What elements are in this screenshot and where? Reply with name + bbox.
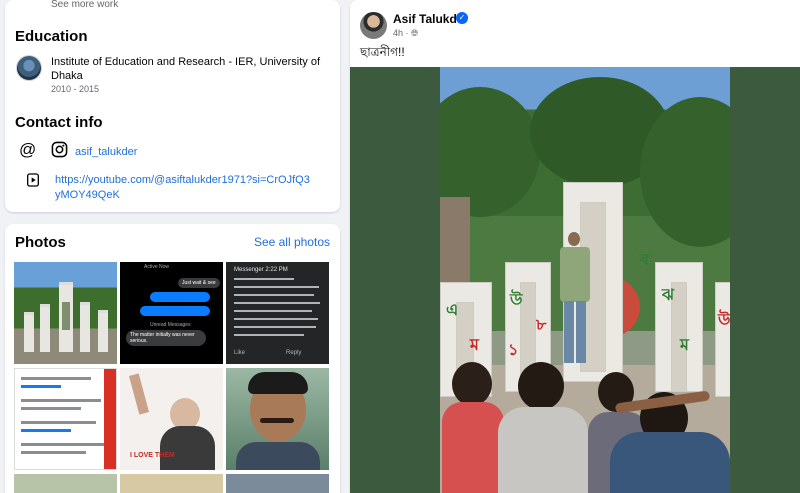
intro-card: See more work Education Institute of Edu…: [5, 0, 340, 212]
photo-thumb-monument[interactable]: [14, 262, 117, 364]
post-text: ছাত্রনীগ!!: [360, 45, 405, 59]
see-all-photos-link[interactable]: See all photos: [254, 235, 330, 249]
post-time[interactable]: 4h: [393, 28, 403, 38]
education-heading: Education: [15, 28, 88, 45]
photo-thumb-post-screenshot[interactable]: [14, 368, 117, 470]
author-avatar[interactable]: [360, 12, 387, 39]
instagram-link[interactable]: asif_talukder: [75, 146, 137, 158]
photo-thumb-chat[interactable]: Active Now Just wait & see Unread Messag…: [120, 262, 223, 364]
photo-thumb-selfie[interactable]: [226, 368, 329, 470]
photos-heading: Photos: [15, 234, 66, 251]
photo-thumb-poster[interactable]: I LOVE THEM: [120, 368, 223, 470]
contact-info-heading: Contact info: [15, 114, 103, 131]
feed-post: Asif Talukder ✓ 4h · 🌐︎ ছাত্রনীগ!! উ ৮ ১…: [350, 0, 800, 493]
photos-card: Photos See all photos Active Now Just wa…: [5, 224, 340, 493]
at-sign-icon: @: [19, 140, 37, 159]
globe-icon: 🌐︎: [411, 28, 419, 38]
post-meta: 4h · 🌐︎: [393, 28, 418, 39]
verified-badge-icon: ✓: [456, 12, 468, 24]
photo-thumb-comment[interactable]: Messenger 2:22 PM Like Reply: [226, 262, 329, 364]
photo-thumb-row3-3[interactable]: [226, 474, 329, 493]
see-more-work-link[interactable]: See more work: [51, 0, 118, 10]
photo-thumb-row3-2[interactable]: [120, 474, 223, 493]
youtube-link[interactable]: https://youtube.com/@asiftalukder1971?si…: [55, 173, 315, 203]
post-photo[interactable]: উ ৮ ১ এ ম ঝ ম ব উ: [350, 67, 800, 493]
photo-thumb-row3-1[interactable]: [14, 474, 117, 493]
education-institution[interactable]: Institute of Education and Research - IE…: [51, 55, 331, 83]
education-years: 2010 - 2015: [51, 84, 100, 94]
university-logo[interactable]: [16, 55, 42, 81]
youtube-icon: [27, 173, 39, 187]
profile-left-column: See more work Education Institute of Edu…: [5, 0, 340, 493]
instagram-icon: [51, 141, 68, 158]
post-photo-scene: উ ৮ ১ এ ম ঝ ম ব উ: [440, 67, 730, 493]
